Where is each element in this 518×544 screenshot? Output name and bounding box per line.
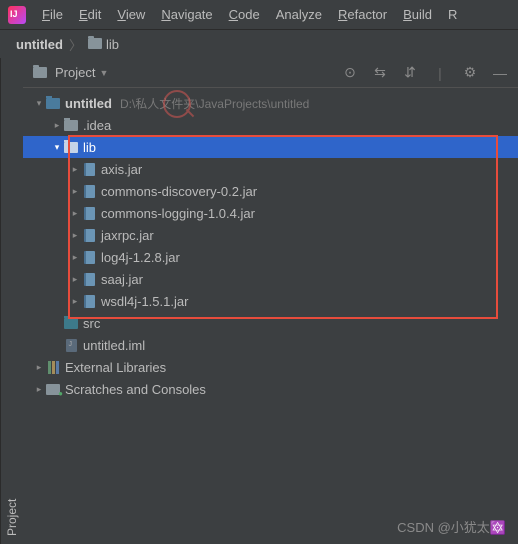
chevron-right-icon[interactable]: ▸ [69,230,81,241]
tree-file-jar[interactable]: ▸ jaxrpc.jar [23,224,518,246]
file-name: log4j-1.2.8.jar [101,250,180,265]
chevron-right-icon[interactable]: ▸ [69,164,81,175]
breadcrumb: untitled 〉 lib [0,30,518,58]
jar-file-icon [84,295,95,308]
project-panel: Project ▼ ⊙ ⇆ ⇵ | ⚙ — ▾ untitled D:\私人文件… [23,58,518,544]
jar-file-icon [84,273,95,286]
hide-icon[interactable]: — [492,65,508,81]
search-icon [163,90,191,118]
tree-scratches[interactable]: ▸ Scratches and Consoles [23,378,518,400]
menu-edit[interactable]: Edit [71,3,109,26]
chevron-down-icon[interactable]: ▾ [33,98,45,109]
menu-build[interactable]: Build [395,3,440,26]
menu-run[interactable]: R [440,3,465,26]
menubar: File Edit View Navigate Code Analyze Ref… [0,0,518,30]
chevron-right-icon[interactable]: ▸ [69,208,81,219]
jar-file-icon [84,163,95,176]
project-view-selector[interactable]: Project ▼ [33,65,108,80]
chevron-right-icon[interactable]: ▸ [33,362,45,373]
chevron-right-icon[interactable]: ▸ [69,274,81,285]
folder-icon [33,67,47,78]
menu-view[interactable]: View [109,3,153,26]
chevron-right-icon[interactable]: ▸ [69,252,81,263]
tree-file-jar[interactable]: ▸ wsdl4j-1.5.1.jar [23,290,518,312]
jar-file-icon [84,207,95,220]
file-name: wsdl4j-1.5.1.jar [101,294,188,309]
tree-file-jar[interactable]: ▸ commons-discovery-0.2.jar [23,180,518,202]
jar-file-icon [84,251,95,264]
jar-file-icon [84,185,95,198]
tree-root[interactable]: ▾ untitled D:\私人文件夹\JavaProjects\untitle… [23,92,518,114]
breadcrumb-project[interactable]: untitled [16,37,63,52]
source-folder-icon [64,318,78,329]
jar-file-icon [84,229,95,242]
chevron-down-icon[interactable]: ▾ [51,142,63,153]
tree-file-jar[interactable]: ▸ commons-logging-1.0.4.jar [23,202,518,224]
watermark: CSDN @小犹太🔯 [397,517,506,536]
chevron-right-icon[interactable]: ▸ [69,296,81,307]
locate-icon[interactable]: ⊙ [342,65,358,81]
menu-analyze[interactable]: Analyze [268,3,330,26]
tree-folder-lib[interactable]: ▾ lib [23,136,518,158]
libraries-icon [48,361,59,374]
file-name: commons-discovery-0.2.jar [101,184,257,199]
expand-all-icon[interactable]: ⇆ [372,65,388,81]
chevron-right-icon[interactable]: ▸ [51,120,63,131]
breadcrumb-folder[interactable]: lib [88,37,119,52]
folder-icon [64,142,78,153]
gear-icon[interactable]: ⚙ [462,65,478,81]
tree-folder-idea[interactable]: ▸ .idea [23,114,518,136]
tree-file-iml[interactable]: untitled.iml [23,334,518,356]
chevron-right-icon[interactable]: ▸ [33,384,45,395]
tool-header: Project ▼ ⊙ ⇆ ⇵ | ⚙ — [23,58,518,88]
module-icon [46,98,60,109]
scratches-icon [46,384,60,395]
file-name: commons-logging-1.0.4.jar [101,206,255,221]
tree-file-jar[interactable]: ▸ saaj.jar [23,268,518,290]
menu-refactor[interactable]: Refactor [330,3,395,26]
toolwindow-tab-project[interactable]: Project [0,58,23,544]
tree-external-libraries[interactable]: ▸ External Libraries [23,356,518,378]
tree-folder-src[interactable]: src [23,312,518,334]
project-tree[interactable]: ▾ untitled D:\私人文件夹\JavaProjects\untitle… [23,88,518,544]
file-name: axis.jar [101,162,142,177]
folder-icon [64,120,78,131]
tree-file-jar[interactable]: ▸ log4j-1.2.8.jar [23,246,518,268]
file-name: saaj.jar [101,272,143,287]
module-path: D:\私人文件夹\JavaProjects\untitled [120,95,309,112]
menu-code[interactable]: Code [221,3,268,26]
chevron-right-icon[interactable]: ▸ [69,186,81,197]
file-name: jaxrpc.jar [101,228,154,243]
chevron-down-icon: ▼ [99,68,108,78]
iml-file-icon [66,339,77,352]
menu-navigate[interactable]: Navigate [153,3,220,26]
tree-file-jar[interactable]: ▸ axis.jar [23,158,518,180]
collapse-all-icon[interactable]: ⇵ [402,65,418,81]
intellij-logo-icon [8,6,26,24]
menu-file[interactable]: File [34,3,71,26]
